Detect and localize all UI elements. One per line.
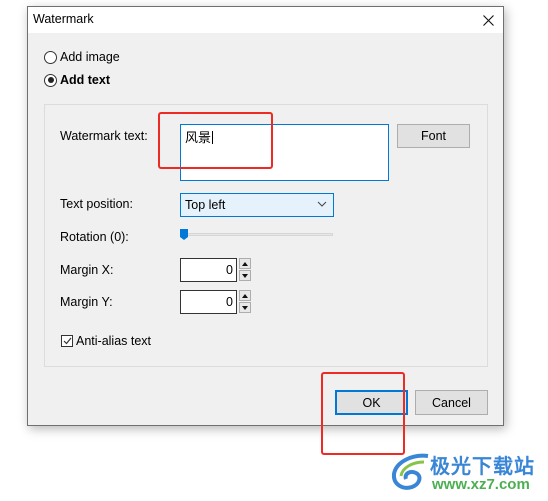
font-button[interactable]: Font [397, 124, 470, 148]
cancel-button[interactable]: Cancel [415, 390, 488, 415]
text-caret [212, 131, 214, 144]
chevron-down-icon [317, 201, 327, 207]
ok-button[interactable]: OK [335, 390, 408, 415]
watermark-dialog: Watermark Add image Add text Watermark t… [27, 6, 504, 426]
rotation-label: Rotation (0): [60, 230, 129, 244]
margin-x-label: Margin X: [60, 263, 114, 277]
radio-add-image[interactable]: Add image [44, 50, 120, 64]
swirl-logo-icon [391, 453, 429, 490]
text-position-value: Top left [185, 198, 226, 212]
watermark-text-value: 风景 [185, 131, 212, 146]
margin-x-decrement[interactable] [239, 270, 251, 281]
rotation-slider-track[interactable] [180, 233, 333, 236]
radio-add-text[interactable]: Add text [44, 73, 110, 87]
site-watermark-logo: 极光下载站 www.xz7.com [390, 446, 545, 496]
radio-button-unchecked[interactable] [44, 50, 57, 64]
dialog-title: Watermark [33, 12, 94, 26]
antialias-checkbox[interactable] [61, 335, 73, 347]
margin-y-input[interactable]: 0 [180, 290, 237, 314]
rotation-slider-thumb[interactable] [180, 229, 188, 240]
text-position-label: Text position: [60, 197, 133, 211]
radio-button-checked[interactable] [44, 73, 57, 87]
margin-x-input[interactable]: 0 [180, 258, 237, 282]
arrow-up-icon [242, 293, 248, 298]
close-button[interactable] [474, 7, 503, 33]
site-name: 极光下载站 [430, 454, 535, 478]
checkmark-icon [63, 337, 71, 345]
arrow-up-icon [242, 261, 248, 266]
arrow-down-icon [242, 273, 248, 278]
text-position-select[interactable]: Top left [180, 193, 334, 217]
arrow-down-icon [242, 305, 248, 310]
margin-x-increment[interactable] [239, 258, 251, 269]
antialias-checkbox-row[interactable]: Anti-alias text [61, 334, 151, 348]
watermark-text-input[interactable]: 风景 [180, 124, 389, 181]
margin-y-increment[interactable] [239, 290, 251, 301]
close-icon [483, 14, 494, 26]
title-bar: Watermark [28, 7, 503, 33]
radio-label-add-image: Add image [60, 50, 120, 64]
watermark-text-label: Watermark text: [60, 129, 148, 143]
margin-y-label: Margin Y: [60, 295, 113, 309]
radio-label-add-text: Add text [60, 73, 110, 87]
antialias-label: Anti-alias text [76, 334, 152, 348]
margin-y-decrement[interactable] [239, 302, 251, 313]
site-url: www.xz7.com [432, 476, 530, 493]
